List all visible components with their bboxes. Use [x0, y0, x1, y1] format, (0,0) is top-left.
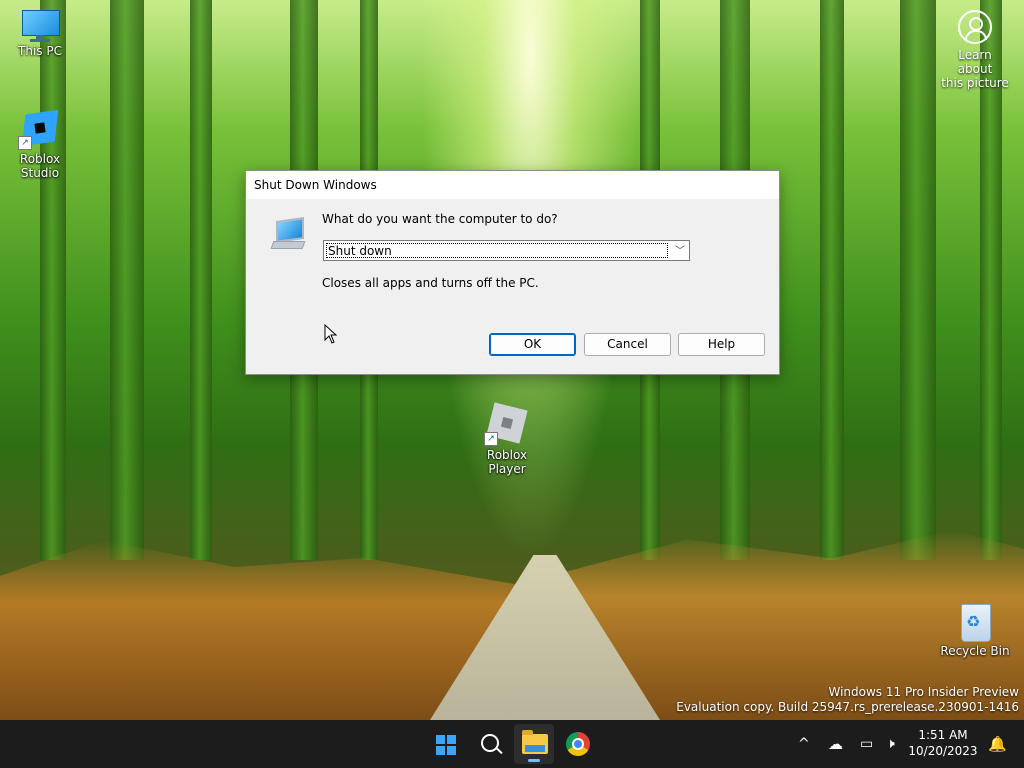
watermark-line1: Windows 11 Pro Insider Preview	[828, 685, 1019, 699]
taskbar: ^ ☁ ▭ 🕨 1:51 AM 10/20/2023 🔔	[0, 720, 1024, 768]
desktop-icon-label: Roblox Player	[486, 448, 528, 476]
option-description: Closes all apps and turns off the PC.	[322, 276, 539, 290]
learn-about-line1: Learn about	[957, 48, 993, 76]
folder-icon	[522, 730, 548, 754]
notification-bell-icon[interactable]: 🔔	[988, 720, 1007, 768]
desktop-icon-label: This PC	[18, 44, 62, 58]
search-button[interactable]	[470, 724, 510, 764]
roblox-player-icon: ↗	[484, 400, 530, 446]
desktop-icon-roblox-player[interactable]: ↗ Roblox Player	[467, 400, 547, 476]
roblox-studio-icon: ↗	[18, 106, 62, 150]
shutdown-option-value: Shut down	[326, 243, 668, 258]
bamboo-stalk	[820, 0, 844, 560]
bamboo-stalk	[900, 0, 936, 560]
desktop-icon-label: Recycle Bin	[940, 644, 1010, 658]
desktop-icon-recycle-bin[interactable]: ♻ Recycle Bin	[935, 598, 1015, 658]
chrome-button[interactable]	[558, 724, 598, 764]
desktop-icon-label: Roblox Studio	[19, 152, 61, 180]
bamboo-stalk	[40, 0, 66, 560]
ok-button[interactable]: OK	[489, 333, 576, 356]
file-explorer-button[interactable]	[514, 724, 554, 764]
chrome-icon	[566, 732, 590, 756]
onedrive-icon[interactable]: ☁	[828, 720, 843, 768]
recycle-bin-icon: ♻	[957, 598, 993, 642]
computer-icon	[270, 217, 306, 251]
desktop-icon-roblox-studio[interactable]: ↗ Roblox Studio	[0, 106, 80, 180]
clock-time: 1:51 AM	[918, 728, 968, 742]
shutdown-dialog: Shut Down Windows What do you want the c…	[245, 170, 780, 375]
start-button[interactable]	[426, 724, 466, 764]
chevron-down-icon: ﹀	[675, 246, 685, 257]
shortcut-arrow-icon: ↗	[484, 432, 498, 446]
build-watermark: Windows 11 Pro Insider Preview Evaluatio…	[676, 685, 1019, 715]
shutdown-option-select[interactable]: Shut down ﹀	[323, 240, 690, 261]
show-hidden-icons-icon[interactable]: ^	[798, 720, 810, 768]
monitor-icon	[20, 10, 60, 42]
network-icon[interactable]: ▭	[860, 720, 873, 768]
cancel-button[interactable]: Cancel	[584, 333, 671, 356]
search-icon	[481, 734, 499, 752]
help-button[interactable]: Help	[678, 333, 765, 356]
wallpaper-grass-left	[0, 540, 520, 720]
learn-about-line2: this picture	[941, 76, 1009, 90]
shortcut-arrow-icon: ↗	[18, 136, 32, 150]
volume-muted-icon[interactable]: 🕨	[886, 720, 895, 768]
learn-about-picture[interactable]: Learn about this picture	[940, 10, 1010, 90]
taskbar-clock[interactable]: 1:51 AM 10/20/2023	[905, 727, 981, 759]
watermark-line2: Evaluation copy. Build 25947.rs_prerelea…	[676, 700, 1019, 714]
desktop-icon-this-pc[interactable]: This PC	[0, 10, 80, 58]
camera-info-icon	[958, 10, 992, 44]
dialog-question: What do you want the computer to do?	[322, 212, 558, 226]
dialog-title: Shut Down Windows	[246, 171, 779, 199]
bamboo-stalk	[190, 0, 212, 560]
clock-date: 10/20/2023	[908, 744, 978, 758]
windows-logo-icon	[436, 735, 456, 755]
bamboo-stalk	[110, 0, 144, 560]
running-indicator	[528, 759, 540, 762]
